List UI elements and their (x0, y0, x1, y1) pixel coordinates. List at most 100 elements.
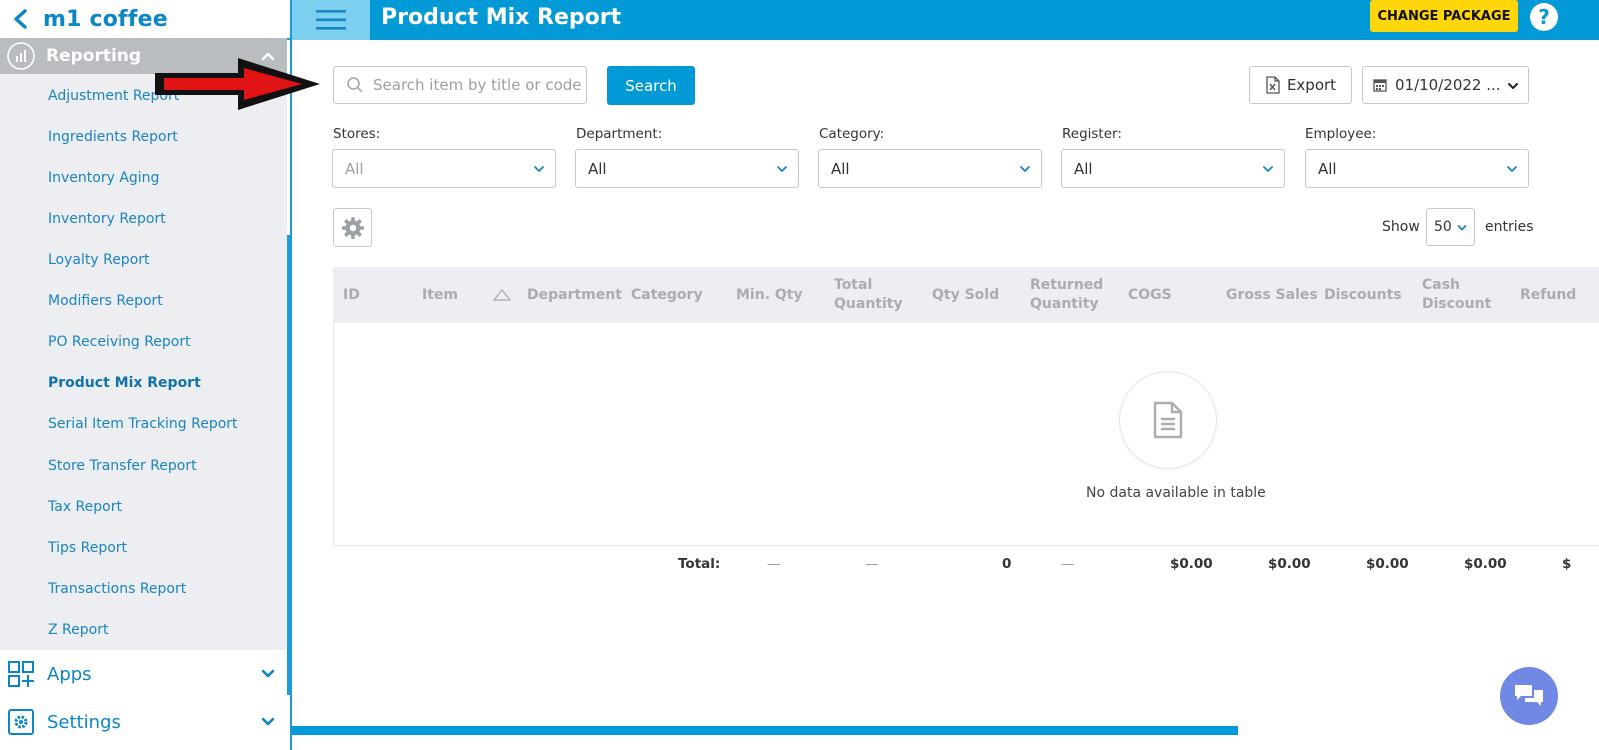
gear-icon (341, 216, 364, 239)
register-label: Register: (1062, 126, 1122, 142)
export-button[interactable]: Export (1249, 66, 1352, 104)
sidebar-section-settings[interactable]: Settings (0, 700, 287, 744)
table-body: No data available in table (333, 323, 1599, 546)
search-icon (347, 77, 363, 93)
department-value: All (588, 159, 607, 178)
chat-button[interactable] (1500, 667, 1558, 725)
department-select[interactable]: All (575, 149, 799, 188)
sidebar-item-serial-item-tracking-report[interactable]: Serial Item Tracking Report (48, 416, 238, 432)
employee-label: Employee: (1305, 126, 1377, 142)
search-box[interactable] (333, 66, 587, 104)
chevron-down-icon (777, 166, 787, 172)
chevron-down-icon (534, 166, 544, 172)
category-select[interactable]: All (818, 149, 1042, 188)
sidebar-item-modifiers-report[interactable]: Modifiers Report (48, 293, 163, 309)
sidebar-item-z-report[interactable]: Z Report (48, 622, 108, 638)
empty-message: No data available in table (1086, 485, 1266, 501)
sidebar-item-tips-report[interactable]: Tips Report (48, 540, 127, 556)
sidebar-item-store-transfer-report[interactable]: Store Transfer Report (48, 458, 197, 474)
reporting-icon (7, 42, 35, 70)
table-header: ID Item Department Category Min. Qty Tot… (333, 267, 1599, 323)
column-settings-button[interactable] (333, 208, 372, 247)
register-select[interactable]: All (1061, 149, 1285, 188)
apps-icon (8, 661, 34, 687)
col-total-quantity[interactable]: Total Quantity (834, 276, 903, 314)
employee-select[interactable]: All (1305, 149, 1529, 188)
page-title: Product Mix Report (381, 5, 622, 30)
sidebar-item-inventory-report[interactable]: Inventory Report (48, 211, 166, 227)
top-bar: Product Mix Report CHANGE PACKAGE ? (292, 0, 1599, 40)
menu-button[interactable] (292, 0, 370, 40)
date-range-value: 01/10/2022 ... (1395, 76, 1501, 94)
horizontal-scrollbar[interactable] (292, 726, 1238, 735)
stores-label: Stores: (333, 126, 381, 142)
col-id[interactable]: ID (343, 286, 360, 305)
col-refund[interactable]: Refund (1520, 286, 1576, 305)
col-discounts[interactable]: Discounts (1324, 286, 1402, 305)
help-icon[interactable]: ? (1530, 3, 1558, 31)
col-qty-sold[interactable]: Qty Sold (932, 286, 999, 305)
entries-label: entries (1485, 219, 1534, 235)
sidebar-section-label: Reporting (46, 46, 142, 66)
sort-icon[interactable] (492, 288, 512, 302)
brand-header[interactable]: m1 coffee (0, 0, 290, 40)
arrow-annotation (155, 58, 320, 110)
calendar-icon (1373, 79, 1387, 92)
sidebar-section-apps[interactable]: Apps (0, 652, 287, 696)
employee-value: All (1318, 159, 1337, 178)
chevron-down-icon (1507, 166, 1517, 172)
search-button[interactable]: Search (607, 66, 695, 105)
menu-icon (316, 10, 346, 30)
totals-cogs: $0.00 (1170, 556, 1213, 572)
totals-min-qty: — (767, 556, 781, 572)
show-label: Show (1382, 219, 1420, 235)
sidebar-item-tax-report[interactable]: Tax Report (48, 499, 122, 515)
chevron-down-icon (261, 669, 275, 678)
col-department[interactable]: Department (527, 286, 622, 305)
totals-total-qty: — (865, 556, 879, 572)
sidebar-item-po-receiving-report[interactable]: PO Receiving Report (48, 334, 191, 350)
sidebar-item-loyalty-report[interactable]: Loyalty Report (48, 252, 150, 268)
col-item[interactable]: Item (422, 286, 458, 305)
sidebar-section-apps-label: Apps (47, 663, 92, 685)
brand-title: m1 coffee (43, 6, 168, 32)
col-gross-sales[interactable]: Gross Sales (1226, 286, 1318, 305)
entries-select[interactable]: 50 (1426, 208, 1475, 246)
sidebar-item-transactions-report[interactable]: Transactions Report (48, 581, 186, 597)
chat-icon (1515, 685, 1543, 706)
category-value: All (831, 159, 850, 178)
reporting-subnav: Adjustment Report Ingredients Report Inv… (0, 74, 287, 650)
sidebar-item-inventory-aging[interactable]: Inventory Aging (48, 170, 159, 186)
chevron-down-icon (1508, 83, 1518, 89)
department-label: Department: (576, 126, 663, 142)
totals-refund: $ (1562, 556, 1572, 572)
stores-select[interactable]: All (332, 149, 556, 188)
document-icon (1153, 401, 1183, 439)
chevron-down-icon (1457, 225, 1467, 231)
stores-value: All (345, 159, 364, 178)
chevron-down-icon (1263, 166, 1273, 172)
totals-label: Total: (678, 556, 721, 572)
settings-icon (8, 709, 34, 735)
back-icon[interactable] (3, 1, 39, 37)
col-returned-quantity[interactable]: Returned Quantity (1030, 276, 1103, 314)
totals-returned: — (1061, 556, 1075, 572)
date-range-picker[interactable]: 01/10/2022 ... (1362, 66, 1529, 104)
totals-qty-sold: 0 (1002, 556, 1012, 572)
sidebar-item-product-mix-report[interactable]: Product Mix Report (48, 375, 201, 391)
export-label: Export (1286, 76, 1337, 94)
col-cash-discount[interactable]: Cash Discount (1422, 276, 1491, 314)
entries-value: 50 (1434, 219, 1452, 235)
sidebar-scrollbar[interactable] (287, 235, 292, 695)
chevron-down-icon (261, 717, 275, 726)
totals-gross-sales: $0.00 (1268, 556, 1311, 572)
col-min-qty[interactable]: Min. Qty (736, 286, 803, 305)
sidebar-item-ingredients-report[interactable]: Ingredients Report (48, 129, 178, 145)
empty-state (1119, 371, 1217, 469)
search-input[interactable] (373, 76, 583, 94)
col-category[interactable]: Category (631, 286, 703, 305)
register-value: All (1074, 159, 1093, 178)
totals-discounts: $0.00 (1366, 556, 1409, 572)
col-cogs[interactable]: COGS (1128, 286, 1172, 305)
change-package-button[interactable]: CHANGE PACKAGE (1370, 0, 1518, 32)
